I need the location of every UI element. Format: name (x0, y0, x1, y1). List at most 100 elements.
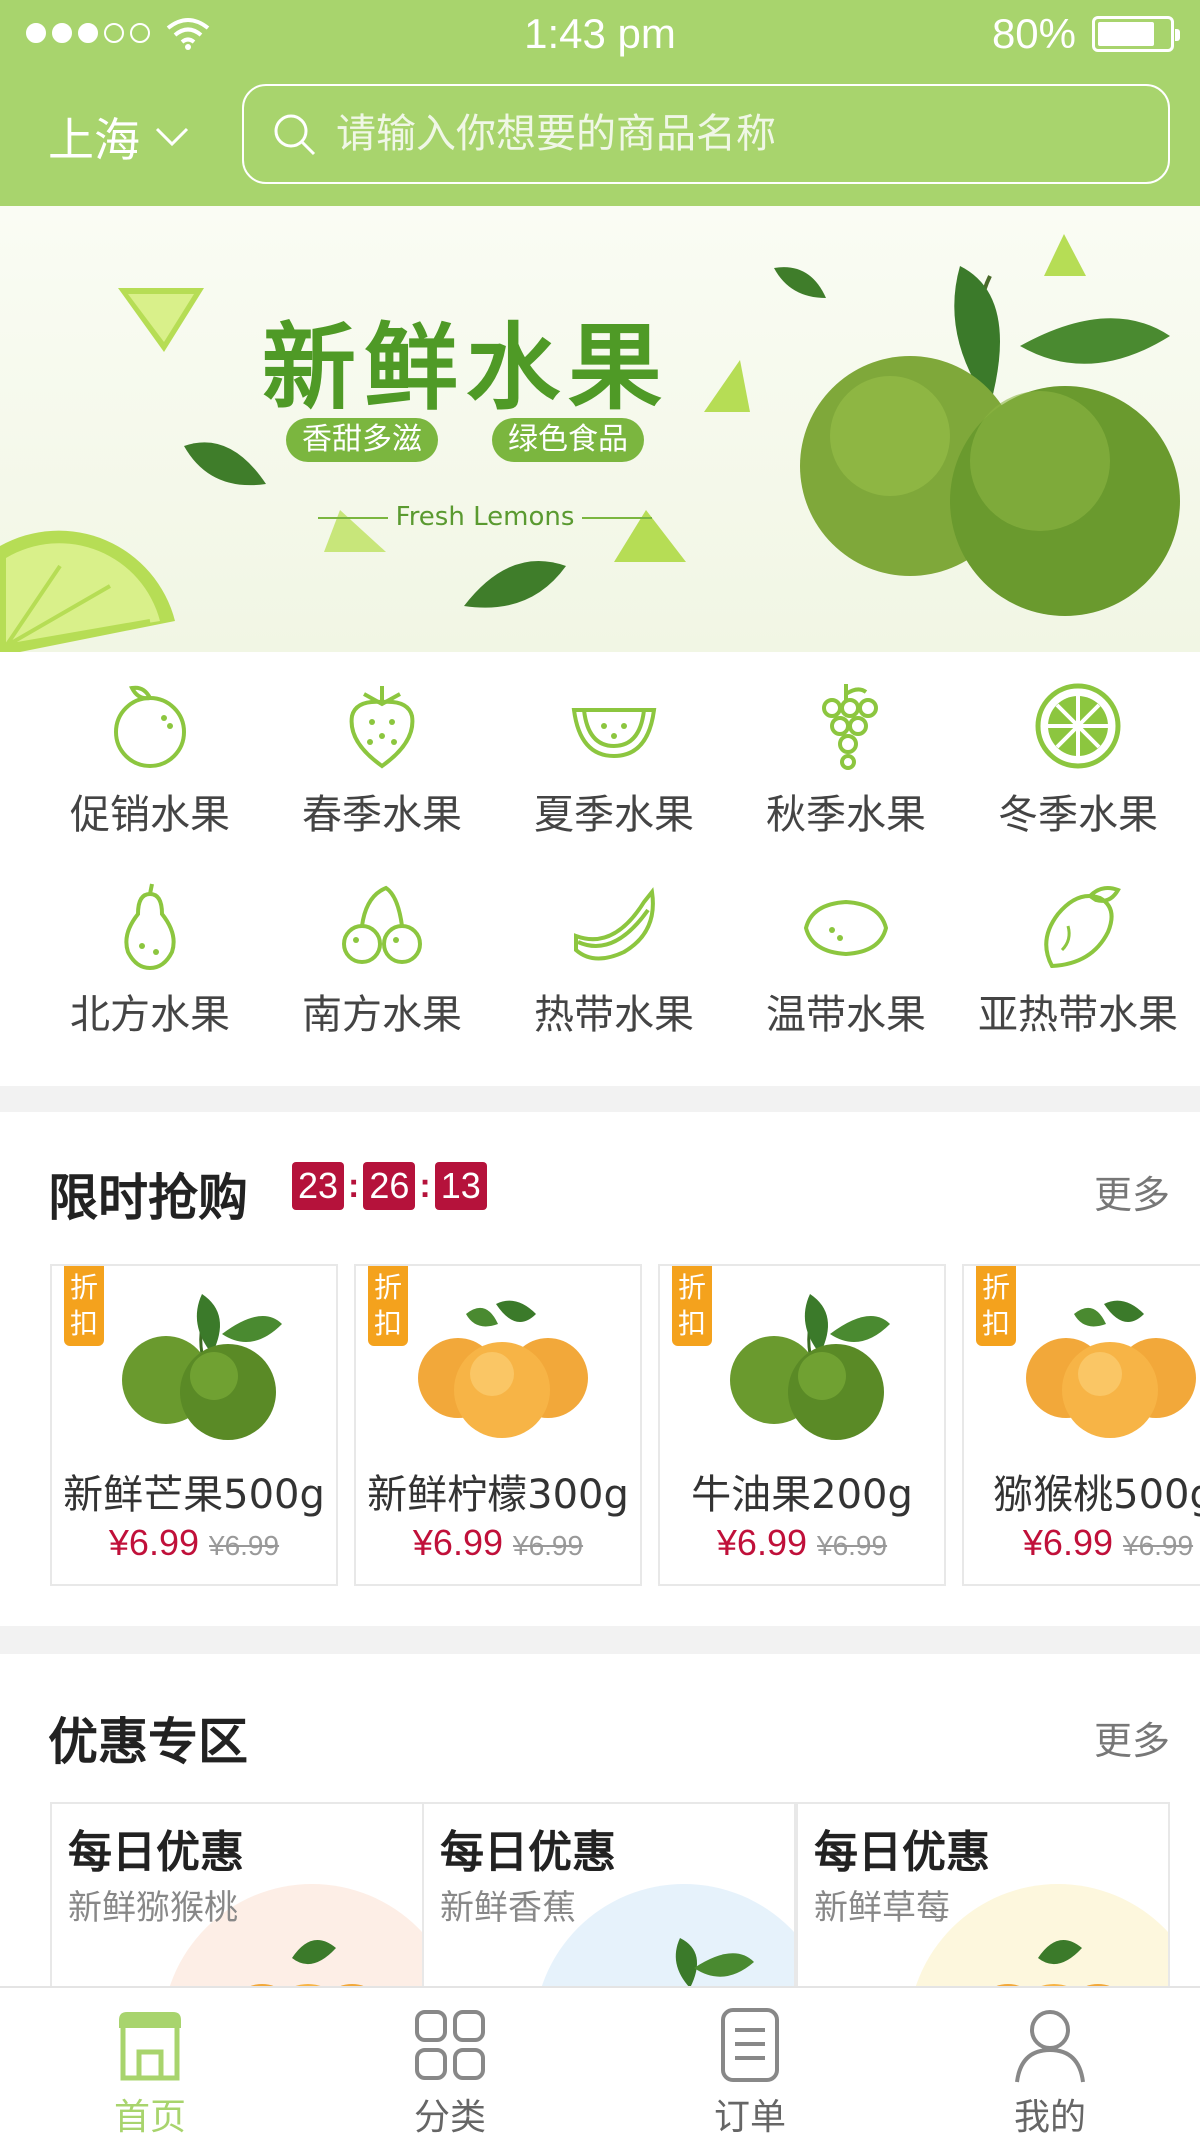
orange-icon (114, 685, 186, 768)
category-label: 温带水果 (766, 992, 926, 1038)
deal-card[interactable]: 每日优惠 新鲜草莓 (796, 1802, 1170, 1990)
original-price: ¥6.99 (817, 1530, 888, 1561)
timer-hours: 23 (292, 1162, 345, 1210)
countdown-timer: 23: 26: 13 (292, 1162, 487, 1210)
lime-image (122, 1294, 282, 1440)
lime-slice-illustration (0, 530, 175, 652)
lime-image (675, 1938, 754, 1988)
current-price: ¥6.99 (1022, 1522, 1113, 1563)
product-price: ¥6.99 ¥6.99 (52, 1522, 336, 1564)
apricot-image (988, 1940, 1118, 1990)
product-price: ¥6.99 ¥6.99 (356, 1522, 640, 1564)
discount-badge: 折扣 (672, 1266, 712, 1346)
search-icon (274, 114, 316, 156)
battery-icon (1092, 16, 1180, 52)
category-item[interactable]: 北方水果 (30, 852, 270, 1052)
lemon-icon (803, 899, 889, 957)
citrus-slice-icon (1035, 683, 1121, 769)
lime-wedge-illustration (118, 288, 204, 352)
product-name: 新鲜柠檬300g (367, 1472, 629, 1518)
banana-icon (574, 887, 655, 961)
product-card[interactable]: 折扣 新鲜柠檬300g ¥6.99 ¥6.99 (354, 1264, 642, 1586)
cherry-icon (342, 885, 422, 964)
battery-indicator: 80% (991, 10, 1180, 58)
apricot-image (418, 1300, 588, 1438)
banner-title: 新鲜水果 (262, 314, 671, 423)
category-item[interactable]: 促销水果 (30, 652, 270, 852)
current-price: ¥6.99 (108, 1522, 199, 1563)
original-price: ¥6.99 (513, 1530, 584, 1561)
lime-wedge-illustration (704, 360, 750, 412)
deal-card[interactable]: 每日优惠 新鲜猕猴桃 (50, 1802, 424, 1990)
tab-home[interactable]: 首页 (0, 1988, 300, 2142)
banner-tag: 香甜多滋 (286, 418, 438, 462)
leaf-illustration (464, 561, 566, 608)
tab-label: 首页 (113, 2097, 186, 2138)
status-bar: 1:43 pm 80% (0, 0, 1200, 70)
watermelon-icon (571, 708, 657, 759)
grid-icon (415, 2010, 485, 2080)
top-bar: 1:43 pm 80% 上海 (0, 0, 1200, 206)
category-label: 冬季水果 (998, 792, 1158, 838)
product-price: ¥6.99 ¥6.99 (964, 1522, 1200, 1564)
category-label: 促销水果 (70, 792, 230, 838)
timer-seconds: 13 (434, 1162, 487, 1210)
category-item[interactable]: 温带水果 (726, 852, 966, 1052)
category-item[interactable]: 热带水果 (494, 852, 734, 1052)
product-name: 猕猴桃500g (993, 1472, 1200, 1518)
category-item[interactable]: 春季水果 (262, 652, 502, 852)
city-label: 上海 (48, 113, 140, 167)
product-name: 新鲜芒果500g (63, 1472, 325, 1518)
user-icon (1015, 2010, 1085, 2083)
deal-subtitle: 新鲜草莓 (814, 1888, 950, 1928)
product-card[interactable]: 折扣 新鲜芒果500g ¥6.99 ¥6.99 (50, 1264, 338, 1586)
deal-card[interactable]: 每日优惠 新鲜香蕉 (422, 1802, 796, 1990)
tab-orders[interactable]: 订单 (600, 1988, 900, 2142)
pear-icon (124, 883, 176, 971)
order-list-icon (721, 2008, 779, 2082)
apricot-image (1026, 1300, 1196, 1438)
category-label: 南方水果 (302, 992, 462, 1038)
deal-title: 每日优惠 (68, 1827, 244, 1878)
apricot-image (242, 1940, 372, 1990)
flash-sale-section: 限时抢购 23: 26: 13 更多 折扣 新鲜芒果500g ¥6.99 ¥6.9… (0, 1112, 1200, 1626)
tab-category[interactable]: 分类 (300, 1988, 600, 2142)
city-selector[interactable]: 上海 (48, 104, 190, 170)
deal-title: 每日优惠 (814, 1827, 990, 1878)
original-price: ¥6.99 (1123, 1530, 1194, 1561)
timer-minutes: 26 (363, 1162, 416, 1210)
promo-banner[interactable]: 新鲜水果 香甜多滋 绿色食品 Fresh Lemons (0, 206, 1200, 652)
more-link[interactable]: 更多 (1094, 1710, 1170, 1765)
lemon-illustration (800, 266, 1180, 616)
category-label: 亚热带水果 (978, 992, 1178, 1038)
category-item[interactable]: 亚热带水果 (958, 852, 1198, 1052)
category-item[interactable]: 夏季水果 (494, 652, 734, 852)
search-input[interactable] (336, 111, 1136, 157)
tab-profile[interactable]: 我的 (900, 1988, 1200, 2142)
current-price: ¥6.99 (716, 1522, 807, 1563)
battery-percent: 80% (991, 10, 1076, 57)
banner-tag: 绿色食品 (492, 418, 644, 462)
product-card[interactable]: 折扣 牛油果200g ¥6.99 ¥6.99 (658, 1264, 946, 1586)
category-item[interactable]: 冬季水果 (958, 652, 1198, 852)
discount-badge: 折扣 (368, 1266, 408, 1346)
grapes-icon (822, 684, 878, 770)
tab-label: 分类 (413, 2097, 486, 2138)
category-item[interactable]: 秋季水果 (726, 652, 966, 852)
search-box[interactable] (242, 84, 1170, 184)
product-card[interactable]: 折扣 猕猴桃500g ¥6.99 ¥6.99 (962, 1264, 1200, 1586)
bottom-tab-bar: 首页 分类 订单 我的 (0, 1986, 1200, 2142)
category-item[interactable]: 南方水果 (262, 852, 502, 1052)
chevron-down-icon (155, 127, 189, 147)
category-label: 春季水果 (302, 792, 462, 838)
more-link[interactable]: 更多 (1094, 1164, 1170, 1219)
category-label: 热带水果 (534, 992, 694, 1038)
product-price: ¥6.99 ¥6.99 (660, 1522, 944, 1564)
lime-image (730, 1294, 890, 1440)
discount-badge: 折扣 (64, 1266, 104, 1346)
category-label: 北方水果 (70, 992, 230, 1038)
tab-label: 订单 (713, 2097, 786, 2138)
discount-badge: 折扣 (976, 1266, 1016, 1346)
category-label: 秋季水果 (766, 792, 926, 838)
category-grid: 促销水果 春季水果 夏季水果 秋季水果 冬季水果 北方水果 南方水果 热带水果 … (0, 652, 1200, 1086)
